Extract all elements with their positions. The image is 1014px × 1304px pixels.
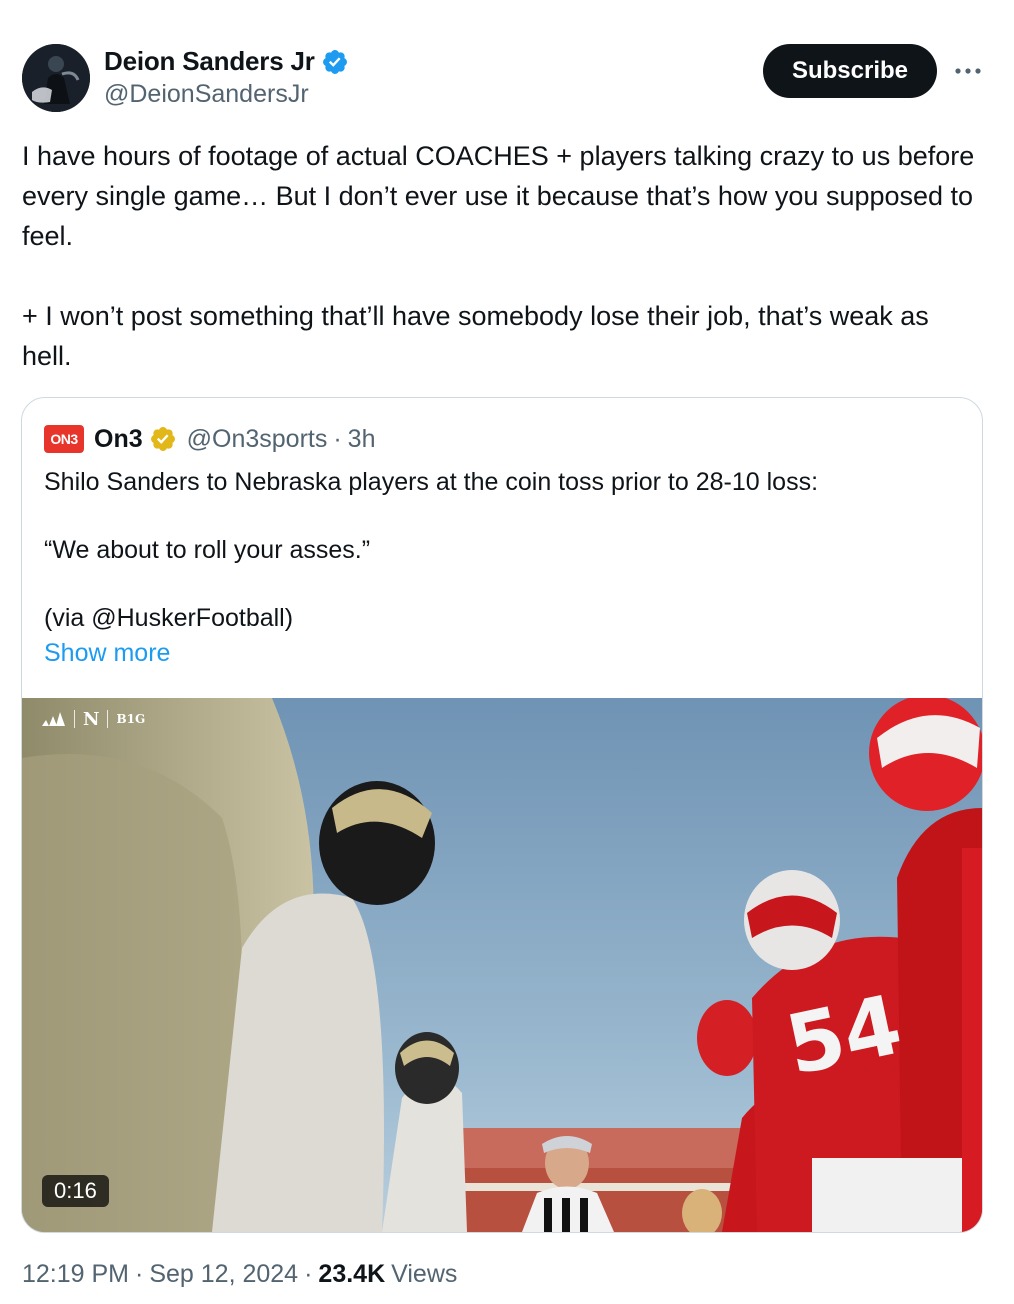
on3-logo-icon: ON3 <box>44 425 84 453</box>
separator-dot: · <box>304 1260 313 1288</box>
tweet-text: I have hours of footage of actual COACHE… <box>22 136 982 376</box>
adidas-logo-icon <box>42 712 65 726</box>
quoted-tweet-time[interactable]: 3h <box>348 425 376 454</box>
quoted-tweet-text: Shilo Sanders to Nebraska players at the… <box>44 465 954 635</box>
author-avatar[interactable] <box>22 44 90 112</box>
tweet-date[interactable]: Sep 12, 2024 <box>149 1260 298 1289</box>
author-name-row[interactable]: Deion Sanders Jr <box>104 46 349 77</box>
tweet-time[interactable]: 12:19 PM <box>22 1260 129 1289</box>
show-more-link[interactable]: Show more <box>44 636 170 670</box>
quoted-paragraph: Shilo Sanders to Nebraska players at the… <box>44 468 819 496</box>
video-duration-badge: 0:16 <box>42 1175 109 1207</box>
tweet-meta: 12:19 PM · Sep 12, 2024 · 23.4K Views <box>22 1260 457 1289</box>
watermark-divider <box>107 710 109 728</box>
big-ten-logo-icon: B1G <box>116 712 146 726</box>
nebraska-n-logo-icon: N <box>83 708 100 730</box>
verified-badge-icon <box>322 49 347 74</box>
subscribe-button[interactable]: Subscribe <box>763 44 937 98</box>
ellipsis-icon <box>955 68 981 74</box>
quoted-author-handle[interactable]: @On3sports <box>187 425 328 454</box>
quoted-tweet-card[interactable]: ON3 On3 @On3sports · 3h Shilo Sanders to… <box>21 397 983 1233</box>
quoted-paragraph: (via @HuskerFootball) <box>44 604 294 632</box>
more-options-button[interactable] <box>950 56 986 86</box>
views-count: 23.4K <box>318 1260 386 1288</box>
author-handle[interactable]: @DeionSandersJr <box>104 80 309 109</box>
separator-dot: · <box>135 1260 144 1288</box>
watermark-divider <box>74 710 75 728</box>
views-label: Views <box>391 1260 458 1288</box>
verified-organization-badge-icon <box>150 427 175 451</box>
quoted-author-name[interactable]: On3 <box>94 425 143 454</box>
avatar-image <box>22 44 90 112</box>
video-player[interactable]: 54 N B1G 0:16 <box>22 698 982 1232</box>
video-thumbnail: 54 <box>22 698 982 1232</box>
tweet-paragraph: + I won’t post something that’ll have so… <box>22 301 929 371</box>
separator-dot: · <box>333 424 342 453</box>
broadcast-watermark: N B1G <box>40 708 145 730</box>
author-name[interactable]: Deion Sanders Jr <box>104 46 315 77</box>
quoted-paragraph: “We about to roll your asses.” <box>44 536 371 564</box>
tweet-paragraph: I have hours of footage of actual COACHE… <box>22 141 975 251</box>
quoted-tweet-header: ON3 On3 @On3sports · 3h <box>44 422 375 456</box>
tweet-container: Deion Sanders Jr @DeionSandersJr Subscri… <box>0 0 1014 1304</box>
